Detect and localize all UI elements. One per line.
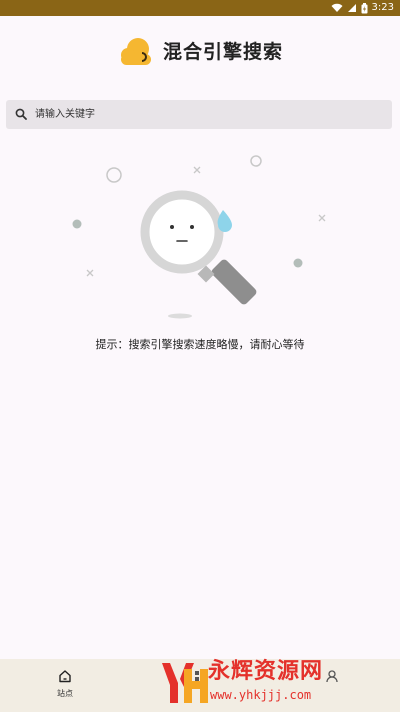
watermark: 永辉资源网 www.yhkjjj.com [158, 655, 400, 712]
battery-icon [361, 2, 368, 13]
hint-text: 提示：搜索引擎搜索速度略慢，请耐心等待 [95, 338, 305, 351]
deco-ring [106, 167, 122, 183]
status-icons: 3:23 [331, 1, 394, 15]
watermark-url: www.yhkjjj.com [210, 688, 312, 702]
shadow [168, 313, 192, 319]
deco-cross [318, 214, 326, 222]
watermark-brand: 永辉资源网 [208, 659, 324, 684]
search-placeholder: 请输入关键字 [35, 109, 95, 120]
empty-state-illustration [72, 155, 326, 319]
status-bar: 3:23 [0, 0, 400, 16]
deco-ring [250, 155, 262, 167]
magnifier-icon [140, 190, 257, 305]
signal-icon [347, 4, 356, 12]
cloud-logo-icon [121, 38, 151, 65]
watermark-logo-icon [162, 663, 208, 703]
search-icon [15, 108, 27, 120]
deco-dot [72, 219, 82, 229]
home-icon [59, 670, 71, 683]
nav-label-sites: 站点 [57, 689, 73, 698]
deco-cross [86, 269, 94, 277]
search-input[interactable]: 请输入关键字 [6, 100, 392, 129]
nav-item-sites[interactable]: 站点 [15, 659, 115, 712]
deco-dot [293, 258, 303, 268]
status-time: 3:23 [371, 2, 394, 13]
deco-cross [193, 166, 201, 174]
app-header: 混合引擎搜索 [0, 16, 400, 92]
app-title: 混合引擎搜索 [163, 41, 284, 63]
wifi-icon [331, 3, 343, 12]
